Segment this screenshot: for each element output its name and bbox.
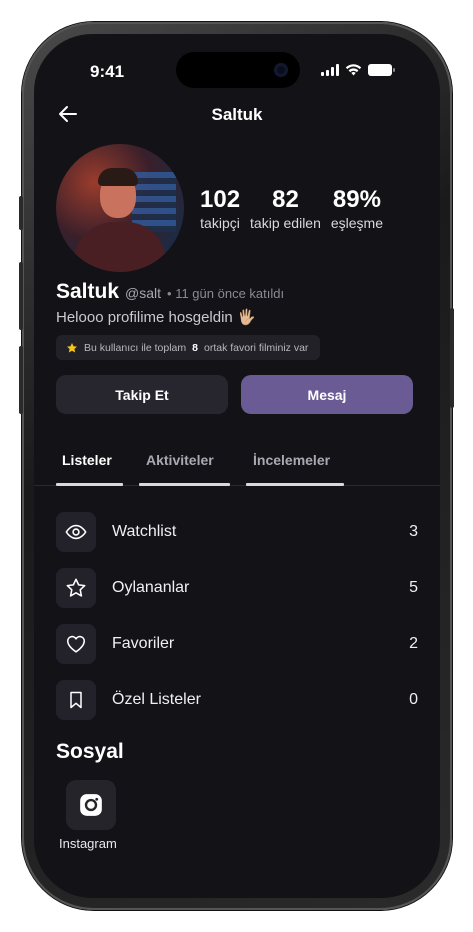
name-row: Saltuk @salt • 11 gün önce katıldı — [56, 280, 284, 304]
profile-bio: Helooo profilime hosgeldin 🖐🏼 — [56, 309, 256, 326]
mute-switch — [19, 196, 23, 230]
message-button[interactable]: Mesaj — [241, 375, 413, 414]
profile-name: Saltuk — [56, 280, 120, 303]
common-count: 8 — [192, 341, 198, 354]
profile-handle: @salt — [125, 285, 162, 301]
battery-icon — [368, 64, 395, 76]
list-item-count: 2 — [409, 635, 418, 652]
tab-indicator-active — [56, 483, 123, 486]
list-item-label: Watchlist — [112, 523, 177, 540]
stat-value: 102 — [200, 186, 241, 213]
bookmark-icon — [56, 680, 96, 720]
tab-bar: Listeler Aktiviteler İncelemeler — [34, 448, 440, 486]
stat-label: eşleşme — [330, 215, 384, 231]
stat-value: 89% — [332, 186, 381, 213]
volume-up-button — [19, 262, 23, 330]
app-screen: 9:41 Saltuk 102 takipçi 82 takip edilen — [34, 34, 440, 898]
joined-date: • 11 gün önce katıldı — [167, 286, 285, 301]
list-item-label: Özel Listeler — [112, 691, 201, 708]
nav-bar: Saltuk — [34, 102, 440, 132]
tab-indicator — [139, 483, 230, 486]
status-icons — [321, 64, 395, 76]
star-icon — [56, 568, 96, 608]
list-item-rated[interactable]: Oylananlar 5 — [56, 560, 418, 616]
profile-stats: 102 takipçi 82 takip edilen 89% eşleşme — [200, 186, 384, 232]
stat-match: 89% eşleşme — [330, 186, 384, 232]
power-button — [450, 308, 454, 408]
common-text-prefix: Bu kullanıcı ile toplam — [84, 341, 187, 354]
wifi-icon — [345, 64, 362, 76]
eye-icon — [56, 512, 96, 552]
status-time: 9:41 — [90, 62, 125, 81]
star-icon — [67, 342, 77, 353]
list-item-label: Favoriler — [112, 635, 175, 652]
stat-value: 82 — [272, 186, 299, 213]
social-section-title: Sosyal — [56, 740, 124, 763]
signal-icon — [321, 64, 339, 76]
volume-down-button — [19, 346, 23, 414]
instagram-button[interactable] — [66, 780, 116, 830]
list-item-label: Oylananlar — [112, 579, 190, 596]
instagram-label: Instagram — [59, 836, 117, 851]
list-item-custom-lists[interactable]: Özel Listeler 0 — [56, 672, 418, 728]
avatar[interactable] — [56, 144, 184, 272]
list-item-count: 3 — [409, 523, 418, 540]
stat-following[interactable]: 82 takip edilen — [250, 186, 321, 232]
stat-label: takip edilen — [250, 215, 321, 231]
tab-activities[interactable]: Aktiviteler — [146, 452, 214, 480]
stat-followers[interactable]: 102 takipçi — [200, 186, 241, 232]
instagram-icon — [80, 794, 102, 816]
common-favorites-chip: Bu kullanıcı ile toplam 8 ortak favori f… — [56, 335, 321, 360]
stat-label: takipçi — [200, 215, 240, 231]
tab-reviews[interactable]: İncelemeler — [253, 452, 330, 480]
page-title: Saltuk — [211, 105, 263, 124]
tab-lists[interactable]: Listeler — [62, 452, 112, 480]
lists-section: Watchlist 3 Oylananlar 5 Favoriler 2 Öze… — [56, 504, 418, 728]
list-item-count: 5 — [409, 579, 418, 596]
common-text-suffix: ortak favori filminiz var — [203, 341, 309, 354]
dynamic-island — [176, 52, 300, 88]
tab-indicator — [246, 483, 344, 486]
heart-icon — [56, 624, 96, 664]
list-item-count: 0 — [409, 691, 418, 708]
follow-button[interactable]: Takip Et — [56, 375, 228, 414]
list-item-favorites[interactable]: Favoriler 2 — [56, 616, 418, 672]
list-item-watchlist[interactable]: Watchlist 3 — [56, 504, 418, 560]
